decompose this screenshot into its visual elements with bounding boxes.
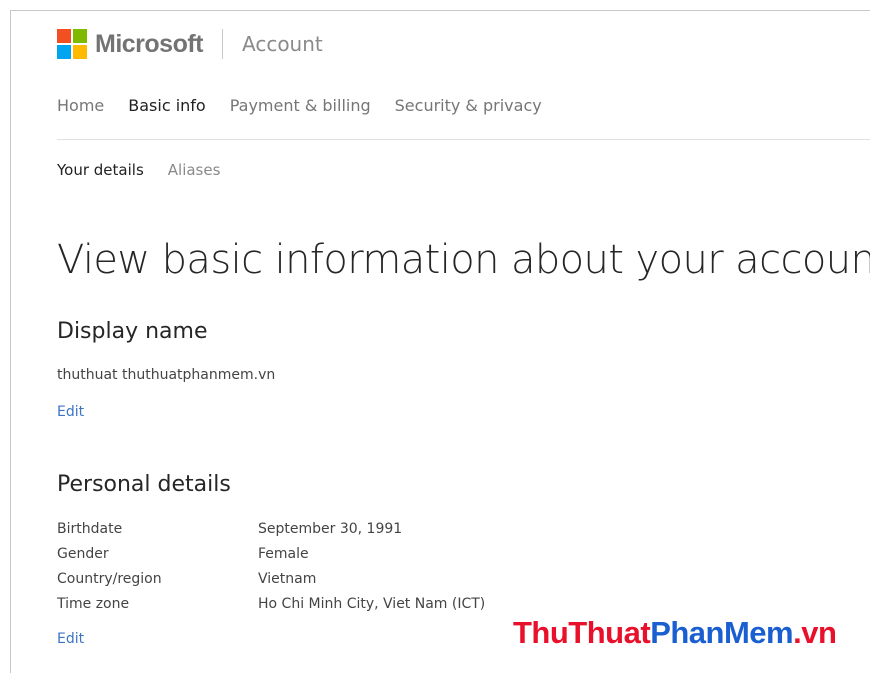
header-divider bbox=[222, 29, 223, 59]
watermark-part-3: .vn bbox=[793, 615, 837, 650]
primary-nav: Home Basic info Payment & billing Securi… bbox=[57, 96, 566, 115]
logo-square-yellow bbox=[73, 45, 87, 59]
nav-item-security-privacy[interactable]: Security & privacy bbox=[395, 96, 542, 115]
watermark-part-1: ThuThuat bbox=[513, 615, 651, 650]
tab-aliases[interactable]: Aliases bbox=[168, 161, 221, 179]
microsoft-logo-icon[interactable] bbox=[57, 29, 87, 59]
logo-square-green bbox=[73, 29, 87, 43]
display-name-heading: Display name bbox=[57, 319, 208, 344]
page-title: View basic information about your accoun… bbox=[57, 237, 870, 283]
detail-row-birthdate: Birthdate September 30, 1991 bbox=[57, 517, 485, 542]
watermark-part-2: PhanMem bbox=[650, 615, 794, 650]
account-page: Microsoft Account Home Basic info Paymen… bbox=[0, 0, 870, 673]
detail-value: Vietnam bbox=[258, 571, 317, 587]
logo-square-red bbox=[57, 29, 71, 43]
detail-value: Ho Chi Minh City, Viet Nam (ICT) bbox=[258, 596, 486, 612]
personal-details-table: Birthdate September 30, 1991 Gender Fema… bbox=[57, 517, 485, 617]
nav-item-payment-billing[interactable]: Payment & billing bbox=[230, 96, 371, 115]
detail-value: Female bbox=[258, 546, 309, 562]
tab-your-details[interactable]: Your details bbox=[57, 161, 144, 179]
detail-label: Gender bbox=[57, 546, 109, 562]
secondary-nav: Your details Aliases bbox=[57, 161, 244, 179]
window-top-border bbox=[10, 10, 870, 11]
watermark: ThuThuatPhanMem.vn bbox=[513, 615, 837, 651]
product-name[interactable]: Account bbox=[242, 32, 323, 56]
detail-row-time-zone: Time zone Ho Chi Minh City, Viet Nam (IC… bbox=[57, 592, 485, 617]
detail-row-gender: Gender Female bbox=[57, 542, 485, 567]
site-header: Microsoft Account bbox=[57, 27, 323, 61]
detail-label: Country/region bbox=[57, 571, 162, 587]
brand-name[interactable]: Microsoft bbox=[95, 30, 204, 59]
detail-value: September 30, 1991 bbox=[258, 521, 403, 537]
window-left-border bbox=[10, 10, 11, 673]
nav-item-basic-info[interactable]: Basic info bbox=[128, 96, 205, 115]
personal-details-heading: Personal details bbox=[57, 472, 231, 497]
logo-square-blue bbox=[57, 45, 71, 59]
detail-row-country-region: Country/region Vietnam bbox=[57, 567, 485, 592]
display-name-value: thuthuat thuthuatphanmem.vn bbox=[57, 367, 276, 383]
edit-display-name-link[interactable]: Edit bbox=[57, 404, 84, 420]
nav-item-home[interactable]: Home bbox=[57, 96, 104, 115]
detail-label: Birthdate bbox=[57, 521, 123, 537]
detail-label: Time zone bbox=[57, 596, 130, 612]
edit-personal-details-link[interactable]: Edit bbox=[57, 631, 84, 647]
nav-separator bbox=[57, 139, 870, 140]
